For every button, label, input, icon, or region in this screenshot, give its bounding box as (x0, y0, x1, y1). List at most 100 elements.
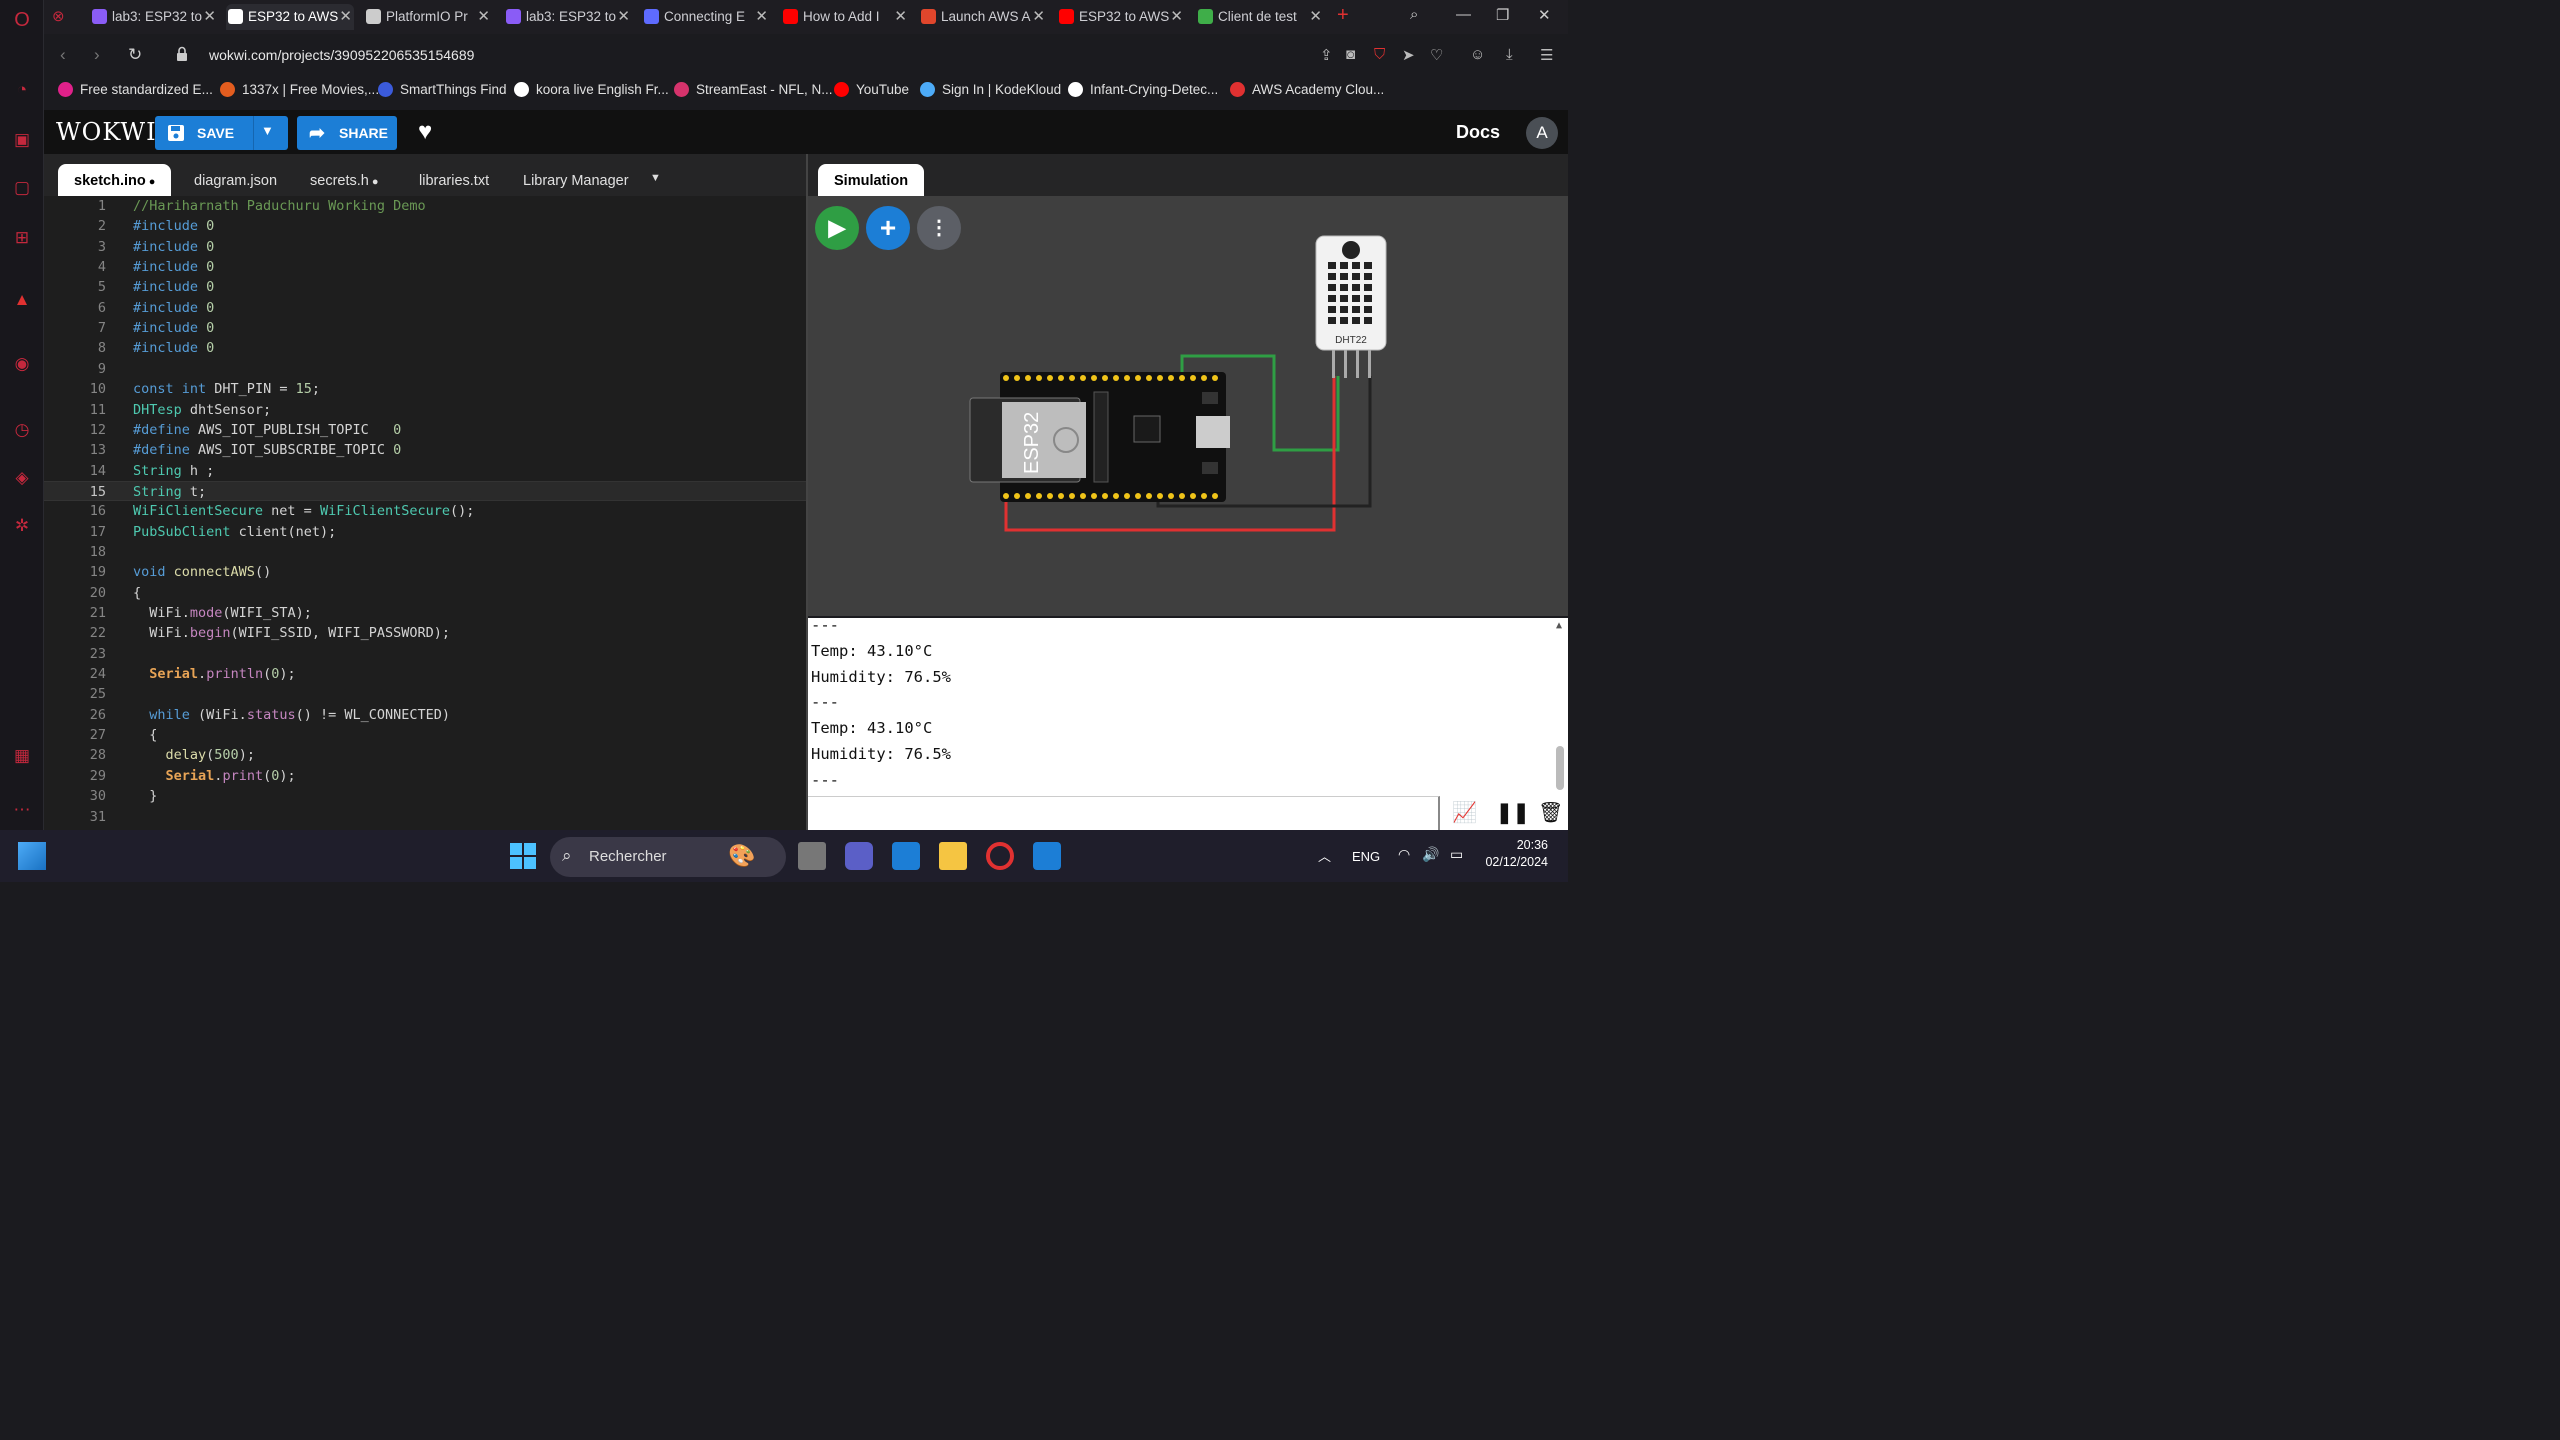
more-options-button[interactable]: ⋮ (917, 206, 961, 250)
board-pin[interactable] (1124, 493, 1130, 499)
board-pin[interactable] (1058, 493, 1064, 499)
bookmark-item[interactable]: YouTube (834, 82, 909, 97)
gamepad-icon[interactable]: ⊗ (52, 7, 65, 25)
wokwi-logo[interactable]: WOKWI (56, 118, 157, 146)
store-icon[interactable] (892, 842, 920, 870)
send-icon[interactable]: ➤ (1402, 46, 1415, 64)
board-pin[interactable] (1157, 493, 1163, 499)
share-page-icon[interactable]: ⇪ (1320, 46, 1333, 64)
aria-icon[interactable]: ◔ (12, 80, 32, 100)
box-icon[interactable]: ◈ (12, 468, 32, 488)
widgets-icon[interactable] (18, 842, 46, 870)
board-pin[interactable] (1102, 493, 1108, 499)
board-pin[interactable] (1080, 375, 1086, 381)
board-pin[interactable] (1146, 493, 1152, 499)
browser-tab[interactable]: lab3: ESP32 to ✕ (90, 4, 218, 30)
new-tab-button[interactable]: + (1337, 4, 1349, 27)
start-icon[interactable] (509, 842, 537, 870)
profile-icon[interactable]: ☺ (1470, 46, 1485, 63)
browser-tab[interactable]: lab3: ESP32 to ✕ (504, 4, 632, 30)
history-icon[interactable]: ◷ (12, 420, 32, 440)
plotter-icon[interactable]: 📈 (1452, 800, 1477, 825)
board-pin[interactable] (1025, 375, 1031, 381)
scroll-up-icon[interactable]: ▲ (1556, 620, 1562, 631)
editor-tabs-dropdown-icon[interactable]: ▼ (650, 172, 661, 184)
browser-tab[interactable]: ESP32 to AWS ✕ (1057, 4, 1185, 30)
board-pin[interactable] (1135, 493, 1141, 499)
board-pin[interactable] (1201, 375, 1207, 381)
board-pin[interactable] (1179, 493, 1185, 499)
more-icon[interactable]: ⋯ (12, 800, 32, 820)
bookmark-item[interactable]: Infant-Crying-Detec... (1068, 82, 1218, 97)
download-icon[interactable]: ⤓ (1506, 46, 1513, 63)
board-pin[interactable] (1025, 493, 1031, 499)
board-pin[interactable] (1091, 493, 1097, 499)
tab-close-icon[interactable]: ✕ (617, 4, 630, 30)
tab-close-icon[interactable]: ✕ (1309, 4, 1322, 30)
easy-setup-icon[interactable]: ☰ (1540, 46, 1553, 64)
editor-tab[interactable]: Library Manager (507, 164, 645, 196)
bookmark-item[interactable]: Free standardized E... (58, 82, 213, 97)
language-indicator[interactable]: ENG (1352, 849, 1380, 864)
task-view-icon[interactable] (798, 842, 826, 870)
aws-academy-icon[interactable]: ▲ (12, 290, 32, 310)
board-pin[interactable] (1080, 493, 1086, 499)
board-pin[interactable] (1113, 375, 1119, 381)
board-pin[interactable] (1091, 375, 1097, 381)
serial-scrollbar[interactable] (1556, 746, 1564, 790)
twitch-icon[interactable]: ▢ (12, 178, 32, 198)
board-pin[interactable] (1058, 375, 1064, 381)
battery-icon[interactable]: ▭ (1450, 846, 1463, 863)
opera-logo-icon[interactable]: O (12, 10, 32, 30)
extensions-icon[interactable]: ⊞ (12, 228, 32, 248)
back-button[interactable]: ‹ (60, 45, 66, 65)
vscode-icon[interactable] (1033, 842, 1061, 870)
snapshot-icon[interactable]: ◙ (1346, 46, 1355, 63)
opera-taskbar-icon[interactable] (986, 842, 1014, 870)
player-icon[interactable]: ◉ (12, 354, 32, 374)
board-pin[interactable] (1201, 493, 1207, 499)
pause-icon[interactable]: ❚❚ (1496, 800, 1530, 825)
board-pin[interactable] (1036, 493, 1042, 499)
board-pin[interactable] (1003, 493, 1009, 499)
bookmark-item[interactable]: AWS Academy Clou... (1230, 82, 1384, 97)
board-pin[interactable] (1157, 375, 1163, 381)
browser-tab[interactable]: Client de test ✕ (1196, 4, 1324, 30)
editor-tab[interactable]: diagram.json (178, 164, 293, 196)
board-pin[interactable] (1036, 375, 1042, 381)
favorite-heart-icon[interactable]: ♡ (1430, 46, 1443, 64)
close-window-button[interactable]: ✕ (1538, 6, 1551, 24)
chevron-down-icon[interactable]: ▼ (261, 123, 274, 138)
clock[interactable]: 20:36 02/12/2024 (1478, 838, 1548, 869)
wifi-icon[interactable]: ◠ (1398, 846, 1410, 863)
settings-icon[interactable]: ✲ (12, 516, 32, 536)
file-explorer-icon[interactable] (939, 842, 967, 870)
serial-input[interactable] (808, 796, 1440, 830)
board-pin[interactable] (1102, 375, 1108, 381)
board-pin[interactable] (1168, 375, 1174, 381)
browser-tab[interactable]: Launch AWS A ✕ (919, 4, 1047, 30)
play-button[interactable]: ▶ (815, 206, 859, 250)
tab-close-icon[interactable]: ✕ (203, 4, 216, 30)
restore-button[interactable]: ❐ (1496, 6, 1509, 24)
board-pin[interactable] (1069, 375, 1075, 381)
board-pin[interactable] (1146, 375, 1152, 381)
gallery-icon[interactable]: ▦ (12, 746, 32, 766)
url-field[interactable]: wokwi.com/projects/390952206535154689 (209, 47, 474, 63)
board-pin[interactable] (1168, 493, 1174, 499)
board-pin[interactable] (1113, 493, 1119, 499)
tab-close-icon[interactable]: ✕ (339, 4, 352, 30)
simulation-canvas[interactable]: ▶ + ⋮ ESP32 DHT22 (808, 196, 1568, 616)
minimize-button[interactable]: — (1456, 6, 1471, 23)
search-tabs-icon[interactable]: ⌕ (1410, 6, 1418, 23)
browser-tab[interactable]: How to Add I ✕ (781, 4, 909, 30)
browser-tab[interactable]: ESP32 to AWS ✕ (226, 4, 354, 30)
tab-close-icon[interactable]: ✕ (894, 4, 907, 30)
shopping-icon[interactable]: ▣ (12, 130, 32, 150)
browser-tab[interactable]: Connecting E ✕ (642, 4, 770, 30)
bookmark-item[interactable]: SmartThings Find (378, 82, 507, 97)
board-pin[interactable] (1014, 375, 1020, 381)
reload-button[interactable]: ↻ (128, 45, 142, 65)
tab-simulation[interactable]: Simulation (818, 164, 925, 196)
board-pin[interactable] (1124, 375, 1130, 381)
